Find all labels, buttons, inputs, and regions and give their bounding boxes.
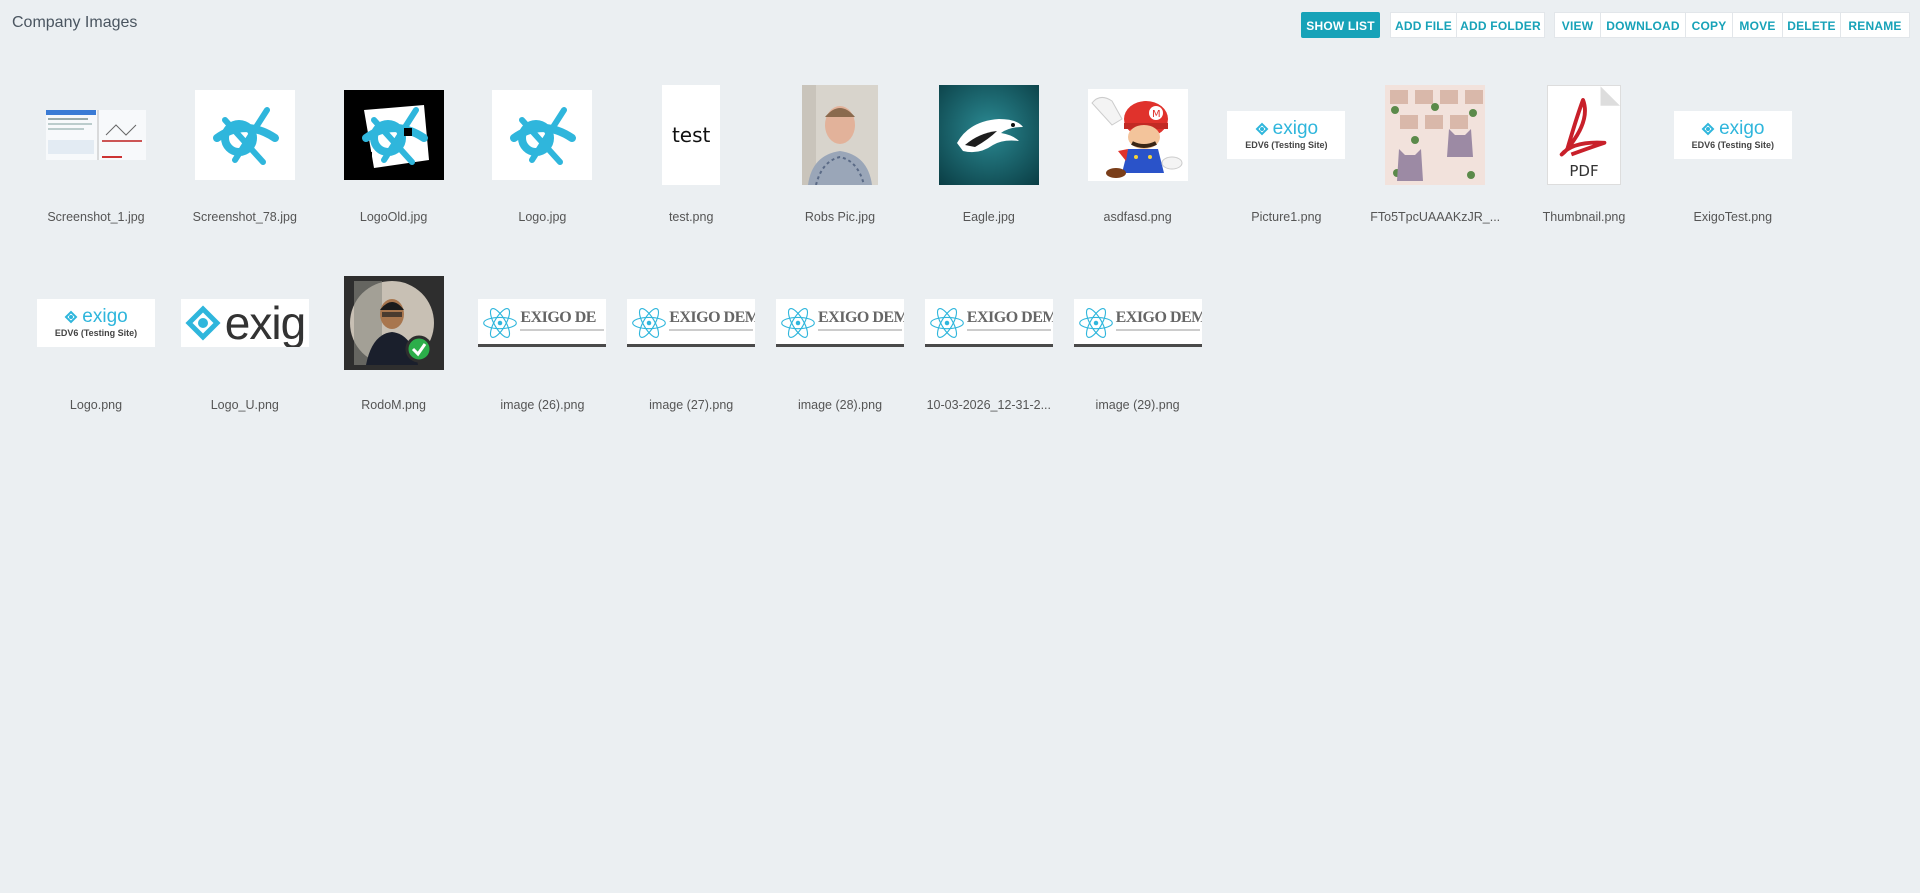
- banner-thumbnail: EXIGO DEMO: [1068, 258, 1208, 388]
- banner-text: EXIGO DEMOVE: [818, 309, 904, 326]
- file-tile[interactable]: Robs Pic.jpg: [770, 70, 910, 245]
- banner-thumbnail: EXIGO DEMOVE: [770, 258, 910, 388]
- banner-text: EXIGO DEMO: [966, 309, 1053, 326]
- file-tile[interactable]: LogoOld.jpg: [324, 70, 464, 245]
- show-list-button[interactable]: SHOW LIST: [1301, 12, 1380, 38]
- file-name: Logo.jpg: [518, 210, 567, 224]
- file-name: Thumbnail.png: [1542, 210, 1626, 224]
- add-file-button[interactable]: ADD FILE: [1390, 12, 1457, 38]
- file-name: image (28).png: [797, 398, 883, 412]
- file-name: 10-03-2026_12-31-2...: [926, 398, 1051, 412]
- banner-thumbnail: EXIGO DEMOVE: [621, 258, 761, 388]
- file-tile[interactable]: M asdfasd.png: [1068, 70, 1208, 245]
- star-logo-black-thumbnail: [324, 70, 464, 200]
- file-name: Screenshot_1.jpg: [47, 210, 145, 224]
- move-button[interactable]: MOVE: [1732, 12, 1783, 38]
- file-tile[interactable]: exig Logo_U.png: [175, 258, 315, 433]
- pdf-label: PDF: [1569, 162, 1599, 180]
- file-tile[interactable]: EXIGO DE image (26).png: [472, 258, 612, 433]
- download-button[interactable]: DOWNLOAD: [1600, 12, 1686, 38]
- file-tile[interactable]: EXIGO DEMO image (29).png: [1068, 258, 1208, 433]
- file-tile[interactable]: Screenshot_78.jpg: [175, 70, 315, 245]
- screenshot-thumbnail: [26, 70, 166, 200]
- add-folder-button[interactable]: ADD FOLDER: [1456, 12, 1545, 38]
- avatar-thumbnail: [324, 258, 464, 388]
- file-tile[interactable]: test test.png: [621, 70, 761, 245]
- logo-subtitle: EDV6 (Testing Site): [1691, 140, 1774, 150]
- exigo-logo-thumbnail: exigo EDV6 (Testing Site): [1663, 70, 1803, 200]
- star-logo-thumbnail: [472, 70, 612, 200]
- view-button[interactable]: VIEW: [1554, 12, 1601, 38]
- file-name: LogoOld.jpg: [359, 210, 428, 224]
- rename-button[interactable]: RENAME: [1840, 12, 1910, 38]
- file-tile[interactable]: RodoM.png: [324, 258, 464, 433]
- file-tile[interactable]: Logo.jpg: [472, 70, 612, 245]
- logo-subtitle: EDV6 (Testing Site): [54, 328, 138, 338]
- portrait-thumbnail: [770, 70, 910, 200]
- file-tile[interactable]: EXIGO DEMOVE image (27).png: [621, 258, 761, 433]
- file-tile[interactable]: EXIGO DEMO 10-03-2026_12-31-2...: [919, 258, 1059, 433]
- star-logo-thumbnail: [175, 70, 315, 200]
- file-tile[interactable]: exigo EDV6 (Testing Site) Logo.png: [26, 258, 166, 433]
- file-name: asdfasd.png: [1103, 210, 1172, 224]
- text-thumbnail: test: [621, 70, 761, 200]
- cats-thumbnail: [1365, 70, 1505, 200]
- thumbnail-text: test: [671, 123, 711, 147]
- file-tile[interactable]: PDF Thumbnail.png: [1514, 70, 1654, 245]
- copy-button[interactable]: COPY: [1685, 12, 1733, 38]
- file-name: ExigoTest.png: [1693, 210, 1773, 224]
- character-thumbnail: M: [1068, 70, 1208, 200]
- file-tile[interactable]: Eagle.jpg: [919, 70, 1059, 245]
- logo-wordmark: exigo: [1272, 118, 1319, 139]
- file-tile[interactable]: Screenshot_1.jpg: [26, 70, 166, 245]
- logo-wordmark: exig: [224, 299, 306, 347]
- file-tile[interactable]: exigo EDV6 (Testing Site) Picture1.png: [1216, 70, 1356, 245]
- file-tile[interactable]: exigo EDV6 (Testing Site) ExigoTest.png: [1663, 70, 1803, 245]
- file-tile[interactable]: FTo5TpcUAAAKzJR_...: [1365, 70, 1505, 245]
- file-name: test.png: [668, 210, 714, 224]
- file-name: RodoM.png: [361, 398, 426, 412]
- file-name: image (29).png: [1095, 398, 1180, 412]
- logo-subtitle: EDV6 (Testing Site): [1245, 140, 1328, 150]
- file-name: Logo.png: [69, 398, 123, 412]
- file-name: Eagle.jpg: [962, 210, 1015, 224]
- eagle-logo-thumbnail: [919, 70, 1059, 200]
- file-name: Screenshot_78.jpg: [192, 210, 297, 224]
- pdf-icon-thumbnail: PDF: [1514, 70, 1654, 200]
- exigo-logo-thumbnail: exigo EDV6 (Testing Site): [26, 258, 166, 388]
- file-name: Logo_U.png: [210, 398, 279, 412]
- logo-wordmark: exigo: [82, 306, 128, 327]
- file-name: Picture1.png: [1251, 210, 1322, 224]
- banner-text: EXIGO DEMOVE: [669, 309, 756, 326]
- exigo-logo-thumbnail: exigo EDV6 (Testing Site): [1216, 70, 1356, 200]
- banner-text: EXIGO DEMO: [1115, 309, 1202, 326]
- file-tile[interactable]: EXIGO DEMOVE image (28).png: [770, 258, 910, 433]
- file-name: image (26).png: [500, 398, 585, 412]
- toolbar: SHOW LIST ADD FILE ADD FOLDER VIEW DOWNL…: [0, 12, 1920, 38]
- logo-wordmark: exigo: [1719, 118, 1765, 139]
- file-name: FTo5TpcUAAAKzJR_...: [1370, 210, 1501, 224]
- banner-thumbnail: EXIGO DE: [472, 258, 612, 388]
- delete-button[interactable]: DELETE: [1782, 12, 1841, 38]
- file-name: image (27).png: [649, 398, 734, 412]
- banner-thumbnail: EXIGO DEMO: [919, 258, 1059, 388]
- file-name: Robs Pic.jpg: [804, 210, 876, 224]
- exigo-large-thumbnail: exig: [175, 258, 315, 388]
- svg-text:M: M: [1152, 109, 1161, 120]
- banner-text: EXIGO DE: [520, 309, 596, 326]
